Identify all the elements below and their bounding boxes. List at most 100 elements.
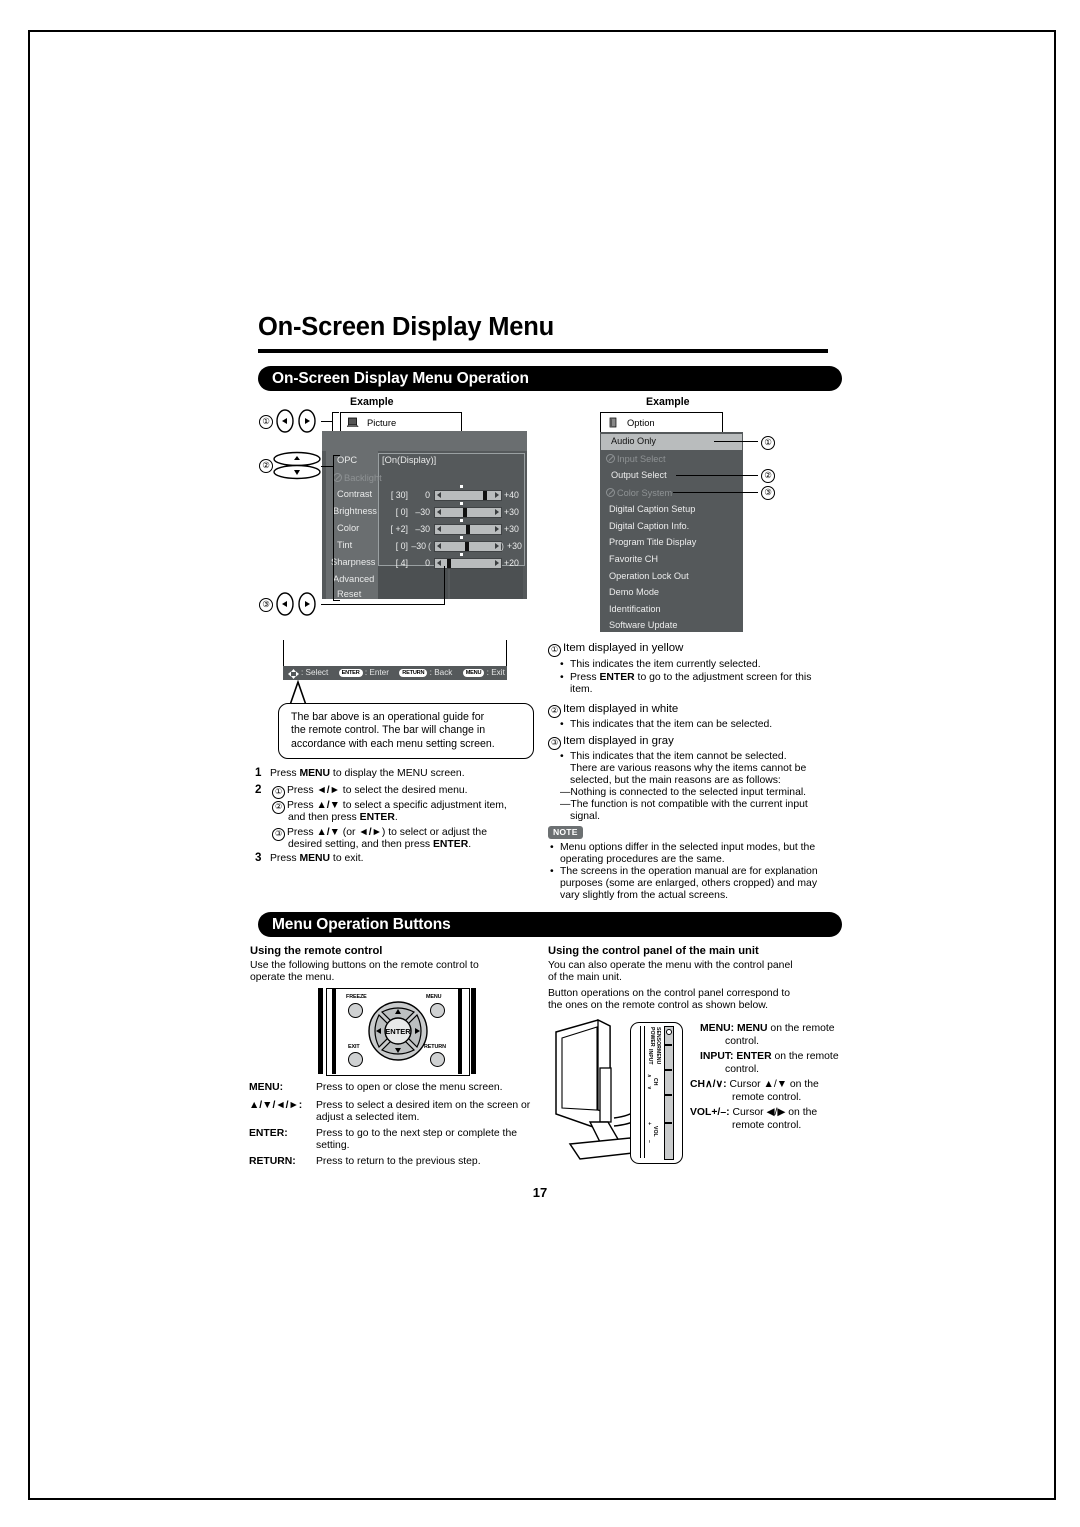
remote-section-intro-l1: Use the following buttons on the remote …: [250, 960, 479, 971]
picture-max-sharpness: +20: [504, 558, 519, 568]
step-2-3-text-cont: desired setting, and then press ENTER.: [288, 839, 472, 850]
panel-divider-3: [664, 1094, 672, 1096]
step-3-text: Press MENU to exit.: [270, 853, 364, 864]
guidebar-right-edge: [506, 640, 508, 667]
note-badge: NOTE: [548, 826, 583, 839]
option-item-operation-lock-out[interactable]: Operation Lock Out: [609, 571, 689, 581]
panel-mapping-menu: MENU: MENU on the remote: [700, 1023, 835, 1034]
panel-section-heading: Using the control panel of the main unit: [548, 945, 759, 957]
option-item-identification[interactable]: Identification: [609, 604, 661, 614]
picture-slider-brightness[interactable]: [434, 507, 502, 518]
legend-bullet-3a-dot: •: [560, 751, 564, 762]
remote-edge-right-outer: [471, 988, 476, 1074]
menu-button[interactable]: [430, 1003, 445, 1018]
slider-knob[interactable]: [463, 508, 467, 517]
guide-return-key: RETURN: [399, 668, 428, 677]
picture-slider-tint[interactable]: [434, 541, 502, 552]
slider-knob[interactable]: [483, 491, 487, 500]
option-item-program-title-display[interactable]: Program Title Display: [609, 537, 696, 547]
guide-menu-text: : Exit: [486, 668, 505, 677]
slider-knob[interactable]: [447, 559, 451, 568]
page-number: 17: [532, 1185, 548, 1200]
step-marker-3: ③: [272, 828, 285, 841]
legend-marker-2: ②: [548, 705, 561, 718]
picture-slider-color[interactable]: [434, 524, 502, 535]
slider-right-arrow-icon: [495, 543, 499, 549]
option-item-favorite-ch[interactable]: Favorite CH: [609, 554, 658, 564]
panel-label-ch: CH: [652, 1078, 658, 1086]
slider-knob[interactable]: [466, 525, 470, 534]
panel-section-intro-l3: Button operations on the control panel c…: [548, 988, 791, 999]
picture-item-color[interactable]: Color: [337, 523, 359, 533]
legend-item-3-dash-2-l1: —The function is not compatible with the…: [560, 799, 808, 810]
remote-section-heading: Using the remote control: [250, 945, 383, 957]
document-page: On-Screen Display Menu On-Screen Display…: [0, 0, 1080, 1527]
callout-line-1: The bar above is an operational guide fo…: [291, 711, 485, 723]
panel-label-vol-plus: +: [646, 1122, 652, 1126]
callout-line-2: the remote control. The bar will change …: [291, 724, 486, 737]
picture-subpanel-left: [378, 566, 448, 599]
exit-button[interactable]: [348, 1052, 363, 1067]
remote-label-freeze: FREEZE: [346, 994, 367, 1000]
option-item-demo-mode[interactable]: Demo Mode: [609, 587, 659, 597]
section-band-menu-buttons: Menu Operation Buttons: [258, 912, 842, 937]
legend-item-1-bullet-2: Press ENTER to go to the adjustment scre…: [570, 672, 812, 683]
remote-table-desc-enter-l1: Press to go to the next step or complete…: [316, 1128, 517, 1139]
panel-mapping-vol-l2: remote control.: [732, 1120, 802, 1131]
legend-bullet-1a-dot: •: [560, 659, 564, 670]
picture-item-contrast[interactable]: Contrast: [337, 489, 372, 499]
remote-table-desc-arrows-l1: Press to select a desired item on the sc…: [316, 1100, 531, 1111]
callout-balloon: The bar above is an operational guide fo…: [278, 703, 534, 760]
remote-table-desc-arrows-l2: adjust a selected item.: [316, 1112, 420, 1123]
bracket-1: [332, 412, 339, 432]
picture-icon: [347, 417, 359, 427]
step-marker-2: ②: [272, 801, 285, 814]
remote-table-key-return: RETURN:: [249, 1156, 296, 1167]
panel-label-ch-down: ∨: [646, 1086, 652, 1090]
remote-edge-right-inner: [458, 988, 462, 1074]
guide-enter-key: ENTER: [338, 668, 363, 677]
slider-tick-sharpness: [460, 553, 463, 556]
panel-button-strip[interactable]: [664, 1026, 674, 1160]
picture-max-brightness: +30: [504, 507, 519, 517]
panel-mapping-menu-l2: control.: [725, 1036, 760, 1047]
picture-min-sharpness: 0: [425, 558, 430, 568]
slider-left-arrow-icon: [437, 509, 441, 515]
picture-item-opc[interactable]: OPC: [337, 455, 357, 465]
freeze-button[interactable]: [348, 1003, 363, 1018]
panel-label-sensor: SENSOR: [655, 1027, 661, 1049]
picture-value-brightness: [ 0]: [395, 507, 408, 517]
slider-right-arrow-icon: [495, 509, 499, 515]
remote-section-intro-l2: operate the menu.: [250, 972, 335, 983]
panel-label-vol-minus: –: [646, 1140, 652, 1143]
marker-1-right: ①: [761, 436, 775, 450]
up-down-rocker-icon: [273, 451, 321, 480]
dpad-icon[interactable]: ENTER: [368, 1000, 428, 1062]
option-item-digital-caption-setup[interactable]: Digital Caption Setup: [609, 504, 695, 514]
picture-min-color: –30: [415, 524, 430, 534]
panel-section-intro-l4: the ones on the remote control as shown …: [548, 1000, 769, 1011]
legend-item-2-title: ② Item displayed in white: [548, 703, 678, 718]
option-item-output-select[interactable]: Output Select: [611, 470, 667, 480]
legend-item-3-title: ③ Item displayed in gray: [548, 735, 674, 750]
note-bullet-2-dot: •: [550, 866, 554, 877]
remote-control-diagram: FREEZE MENU EXIT RETURN ENTER: [318, 988, 478, 1076]
picture-item-reset[interactable]: Reset: [337, 589, 361, 599]
leader-line-opt-1: [714, 441, 758, 443]
picture-slider-contrast[interactable]: [434, 490, 502, 501]
leader-line-opt-2: [676, 475, 758, 477]
picture-tab[interactable]: Picture: [340, 412, 462, 433]
slider-knob[interactable]: [465, 542, 469, 551]
legend-marker-3: ③: [548, 737, 561, 750]
option-icon: [609, 417, 617, 428]
panel-mapping-ch: CH∧/∨: Cursor ▲/▼ on the: [690, 1079, 819, 1090]
picture-max-tint: +30: [507, 541, 522, 551]
slider-left-arrow-icon: [437, 543, 441, 549]
panel-section-intro-l2: of the main unit.: [548, 972, 622, 983]
option-item-software-update[interactable]: Software Update: [609, 620, 677, 630]
return-button[interactable]: [430, 1052, 445, 1067]
option-item-digital-caption-info[interactable]: Digital Caption Info.: [609, 521, 689, 531]
option-tab-label: Option: [627, 417, 655, 428]
option-tab[interactable]: Option: [600, 412, 723, 433]
guide-select-text: : Select: [301, 668, 329, 677]
